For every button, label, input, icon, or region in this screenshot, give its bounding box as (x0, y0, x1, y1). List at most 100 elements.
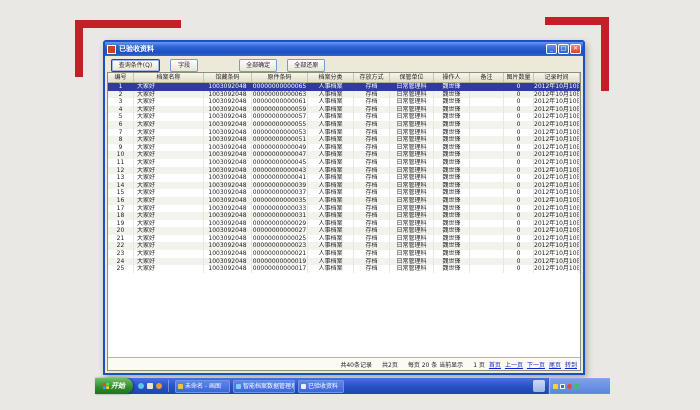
table-cell: 00000000000065 (252, 83, 308, 91)
table-row[interactable]: 6大家好100309204800000000000055人事档案存档日常管理科魏… (108, 121, 580, 129)
table-row[interactable]: 3大家好100309204800000000000061人事档案存档日常管理科魏… (108, 98, 580, 106)
column-header[interactable]: 记录时间 (534, 73, 580, 82)
table-cell: 00000000000039 (252, 182, 308, 190)
table-row[interactable]: 14大家好100309204800000000000039人事档案存档日常管理科… (108, 182, 580, 190)
page-background: 已验收资料 _ □ ✕ 查询条件(Q) 字段(F) 全部确定 全部还原 编号档案… (0, 0, 700, 410)
table-row[interactable]: 10大家好100309204800000000000047人事档案存档日常管理科… (108, 151, 580, 159)
table-row[interactable]: 17大家好100309204800000000000033人事档案存档日常管理科… (108, 205, 580, 213)
table-cell: 存档 (354, 220, 390, 228)
table-row[interactable]: 24大家好100309204800000000000019人事档案存档日常管理科… (108, 258, 580, 266)
column-header[interactable]: 存放方式 (354, 73, 390, 82)
column-header[interactable]: 档案分类 (308, 73, 354, 82)
table-cell: 5 (108, 113, 134, 121)
table-row[interactable]: 20大家好100309204800000000000027人事档案存档日常管理科… (108, 227, 580, 235)
media-player-icon[interactable] (156, 383, 162, 389)
table-cell: 11 (108, 159, 134, 167)
show-desktop-icon[interactable] (147, 383, 153, 389)
table-row[interactable]: 18大家好100309204800000000000031人事档案存档日常管理科… (108, 212, 580, 220)
column-header[interactable]: 操作人 (434, 73, 470, 82)
column-header[interactable]: 原件条码 (252, 73, 308, 82)
table-cell: 人事档案 (308, 265, 354, 273)
table-row[interactable]: 22大家好100309204800000000000023人事档案存档日常管理科… (108, 242, 580, 250)
table-row[interactable]: 23大家好100309204800000000000021人事档案存档日常管理科… (108, 250, 580, 258)
table-row[interactable]: 7大家好100309204800000000000053人事档案存档日常管理科魏… (108, 129, 580, 137)
table-cell: 魏世锋 (434, 129, 470, 137)
column-header[interactable]: 馆藏条码 (204, 73, 252, 82)
pagination-prev-link[interactable]: 上一页 (505, 360, 523, 369)
pagination-last-link[interactable]: 尾页 (549, 360, 561, 369)
table-row[interactable]: 25大家好100309204800000000000017人事档案存档日常管理科… (108, 265, 580, 273)
table-cell: 00000000000025 (252, 235, 308, 243)
taskbar-task-accepted-records[interactable]: 已验收资料 (298, 380, 344, 393)
table-cell: 存档 (354, 129, 390, 137)
table-row[interactable]: 11大家好100309204800000000000045人事档案存档日常管理科… (108, 159, 580, 167)
taskbar-task-paint[interactable]: 未命名 - 画图 (175, 380, 230, 393)
confirm-all-button[interactable]: 全部确定 (239, 59, 277, 72)
table-cell: 1003092048 (204, 136, 252, 144)
column-header[interactable]: 保管单位 (390, 73, 434, 82)
antivirus-icon[interactable] (567, 384, 572, 389)
start-label: 开始 (111, 381, 125, 391)
window-titlebar[interactable]: 已验收资料 _ □ ✕ (105, 42, 583, 56)
query-conditions-button[interactable]: 查询条件(Q) (111, 59, 160, 72)
column-header[interactable]: 图片数量 (504, 73, 534, 82)
taskbar-task-archive-system[interactable]: 智能档案数据管理系统 (233, 380, 295, 393)
table-cell (470, 242, 504, 250)
column-header[interactable]: 编号 (108, 73, 134, 82)
fields-button[interactable]: 字段(F) (170, 59, 198, 72)
table-cell: 00000000000057 (252, 113, 308, 121)
table-row[interactable]: 1大家好100309204800000000000065人事档案存档日常管理科魏… (108, 83, 580, 91)
table-row[interactable]: 16大家好100309204800000000000035人事档案存档日常管理科… (108, 197, 580, 205)
table-cell: 0 (504, 189, 534, 197)
taskbar-mini-button[interactable] (533, 380, 545, 392)
table-cell: 魏世锋 (434, 144, 470, 152)
table-row[interactable]: 13大家好100309204800000000000041人事档案存档日常管理科… (108, 174, 580, 182)
maximize-button[interactable]: □ (558, 44, 569, 54)
ie-icon[interactable] (138, 383, 144, 389)
table-cell: 0 (504, 265, 534, 273)
table-cell: 魏世锋 (434, 113, 470, 121)
table-cell: 魏世锋 (434, 106, 470, 114)
taskbar: 开始 未命名 - 画图 智能档案数据管理系统 已验收资料 (95, 378, 610, 394)
column-header[interactable]: 备注 (470, 73, 504, 82)
network-icon[interactable] (574, 384, 579, 389)
table-row[interactable]: 5大家好100309204800000000000057人事档案存档日常管理科魏… (108, 113, 580, 121)
table-cell: 人事档案 (308, 129, 354, 137)
table-row[interactable]: 8大家好100309204800000000000051人事档案存档日常管理科魏… (108, 136, 580, 144)
table-cell: 日常管理科 (390, 174, 434, 182)
start-button[interactable]: 开始 (95, 378, 133, 394)
table-cell: 人事档案 (308, 189, 354, 197)
table-cell: 00000000000045 (252, 159, 308, 167)
restore-all-button[interactable]: 全部还原 (287, 59, 325, 72)
table-cell: 00000000000033 (252, 205, 308, 213)
table-row[interactable]: 19大家好100309204800000000000029人事档案存档日常管理科… (108, 220, 580, 228)
records-table: 编号档案名称馆藏条码原件条码档案分类存放方式保管单位操作人备注图片数量记录时间 … (107, 72, 581, 371)
table-cell: 00000000000019 (252, 258, 308, 266)
table-cell: 日常管理科 (390, 106, 434, 114)
pagination-first-link[interactable]: 首页 (489, 360, 501, 369)
table-cell: 0 (504, 167, 534, 175)
pagination-next-link[interactable]: 下一页 (527, 360, 545, 369)
table-row[interactable]: 21大家好100309204800000000000025人事档案存档日常管理科… (108, 235, 580, 243)
table-cell (470, 91, 504, 99)
table-cell: 00000000000041 (252, 174, 308, 182)
minimize-button[interactable]: _ (546, 44, 557, 54)
table-cell: 日常管理科 (390, 98, 434, 106)
table-cell: 人事档案 (308, 83, 354, 91)
table-cell (470, 265, 504, 273)
table-cell: 魏世锋 (434, 91, 470, 99)
table-row[interactable]: 4大家好100309204800000000000059人事档案存档日常管理科魏… (108, 106, 580, 114)
pagination-goto-link[interactable]: 转到 (565, 360, 577, 369)
close-button[interactable]: ✕ (570, 44, 581, 54)
table-cell (470, 98, 504, 106)
table-row[interactable]: 12大家好100309204800000000000043人事档案存档日常管理科… (108, 167, 580, 175)
table-row[interactable]: 2大家好100309204800000000000063人事档案存档日常管理科魏… (108, 91, 580, 99)
column-header[interactable]: 档案名称 (134, 73, 204, 82)
table-cell: 魏世锋 (434, 197, 470, 205)
table-row[interactable]: 9大家好100309204800000000000049人事档案存档日常管理科魏… (108, 144, 580, 152)
table-row[interactable]: 15大家好100309204800000000000037人事档案存档日常管理科… (108, 189, 580, 197)
table-cell: 魏世锋 (434, 265, 470, 273)
table-cell (470, 212, 504, 220)
volume-icon[interactable] (553, 384, 558, 389)
messenger-icon[interactable] (560, 384, 565, 389)
